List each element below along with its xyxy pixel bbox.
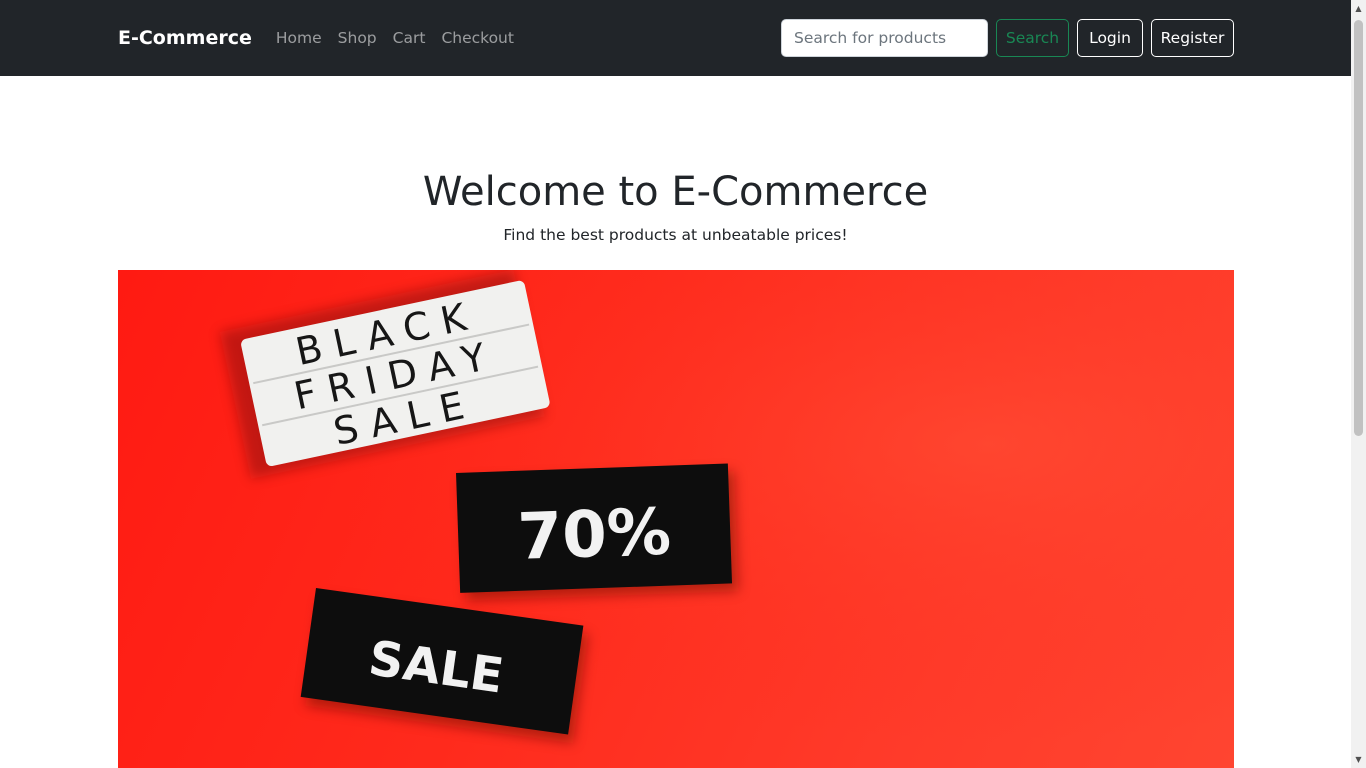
search-button[interactable]: Search: [996, 19, 1069, 57]
discount-card-text: 70%: [516, 496, 672, 575]
browser-viewport: E-Commerce Home Shop Cart Checkout Searc…: [0, 0, 1366, 768]
discount-card: 70%: [456, 463, 739, 601]
search-input[interactable]: [781, 19, 988, 57]
hero-banner-image: BLACK FRIDAY SALE 70% SALE: [118, 270, 1234, 768]
scroll-up-arrow-icon[interactable]: ▲: [1351, 0, 1366, 17]
nav-links: Home Shop Cart Checkout: [276, 29, 514, 47]
search-form: Search: [781, 19, 1069, 57]
vertical-scrollbar[interactable]: ▲ ▼: [1351, 0, 1366, 768]
hero-subtitle: Find the best products at unbeatable pri…: [503, 226, 848, 244]
navbar-container: E-Commerce Home Shop Cart Checkout Searc…: [118, 0, 1234, 76]
nav-link-checkout[interactable]: Checkout: [441, 29, 514, 47]
nav-actions: Search Login Register: [781, 19, 1234, 57]
register-button[interactable]: Register: [1151, 19, 1234, 57]
hero-title: Welcome to E-Commerce: [422, 169, 929, 215]
scroll-thumb[interactable]: [1354, 20, 1363, 436]
login-button[interactable]: Login: [1077, 19, 1143, 57]
nav-link-shop[interactable]: Shop: [338, 29, 377, 47]
banner-illustration: BLACK FRIDAY SALE 70% SALE: [118, 270, 1234, 768]
navbar: E-Commerce Home Shop Cart Checkout Searc…: [0, 0, 1351, 76]
page: E-Commerce Home Shop Cart Checkout Searc…: [0, 0, 1351, 768]
brand-logo[interactable]: E-Commerce: [118, 27, 252, 49]
nav-link-cart[interactable]: Cart: [393, 29, 426, 47]
scroll-down-arrow-icon[interactable]: ▼: [1351, 751, 1366, 768]
nav-link-home[interactable]: Home: [276, 29, 322, 47]
